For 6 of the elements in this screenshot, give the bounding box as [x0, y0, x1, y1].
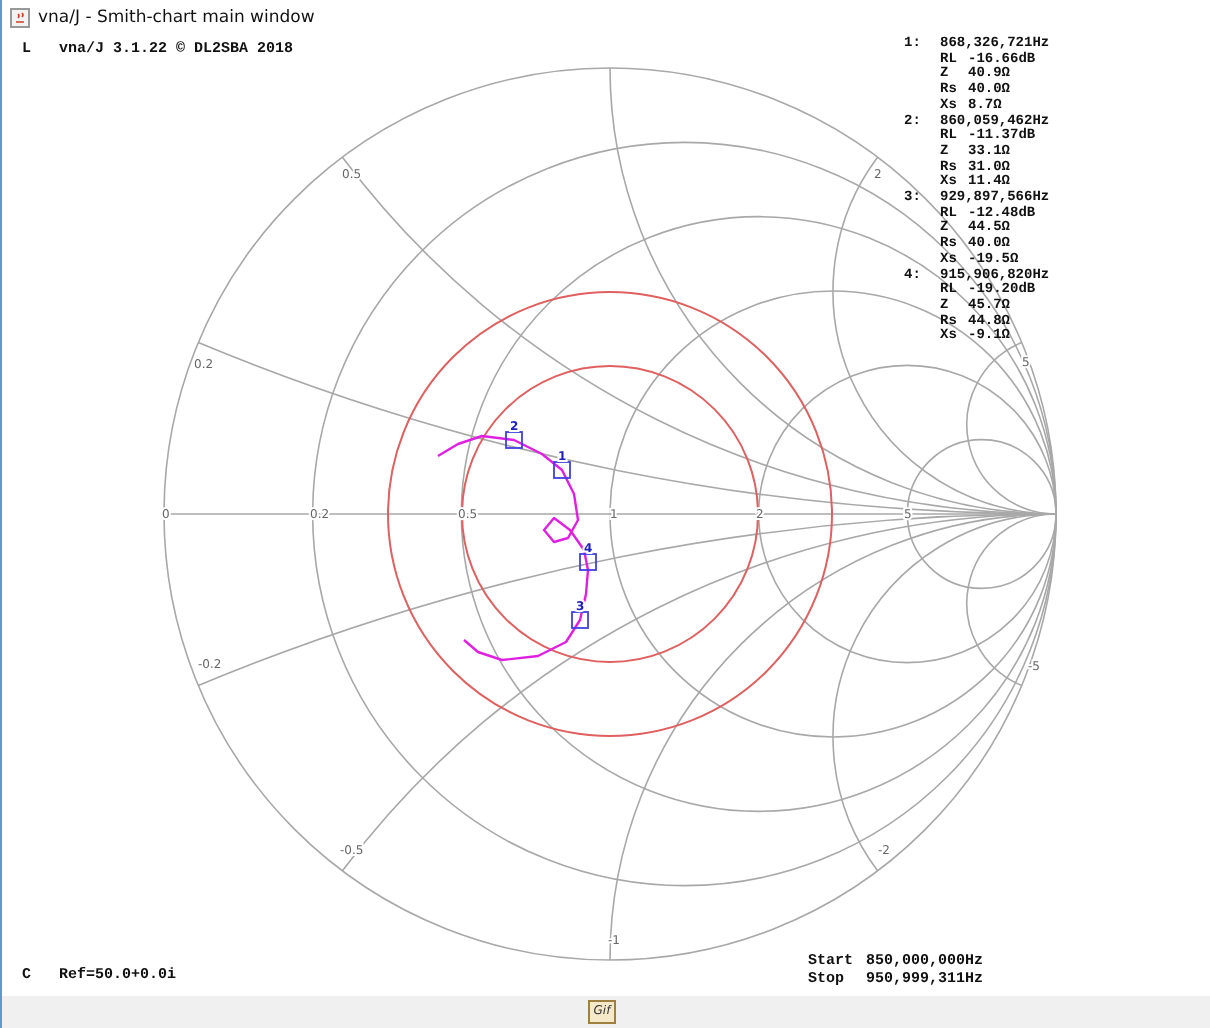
marker-square	[571, 611, 589, 629]
marker-square	[505, 431, 523, 449]
app-icon	[10, 7, 30, 27]
marker-square	[579, 553, 597, 571]
window-title: vna/J - Smith-chart main window	[38, 7, 315, 27]
marker-square	[553, 461, 571, 479]
